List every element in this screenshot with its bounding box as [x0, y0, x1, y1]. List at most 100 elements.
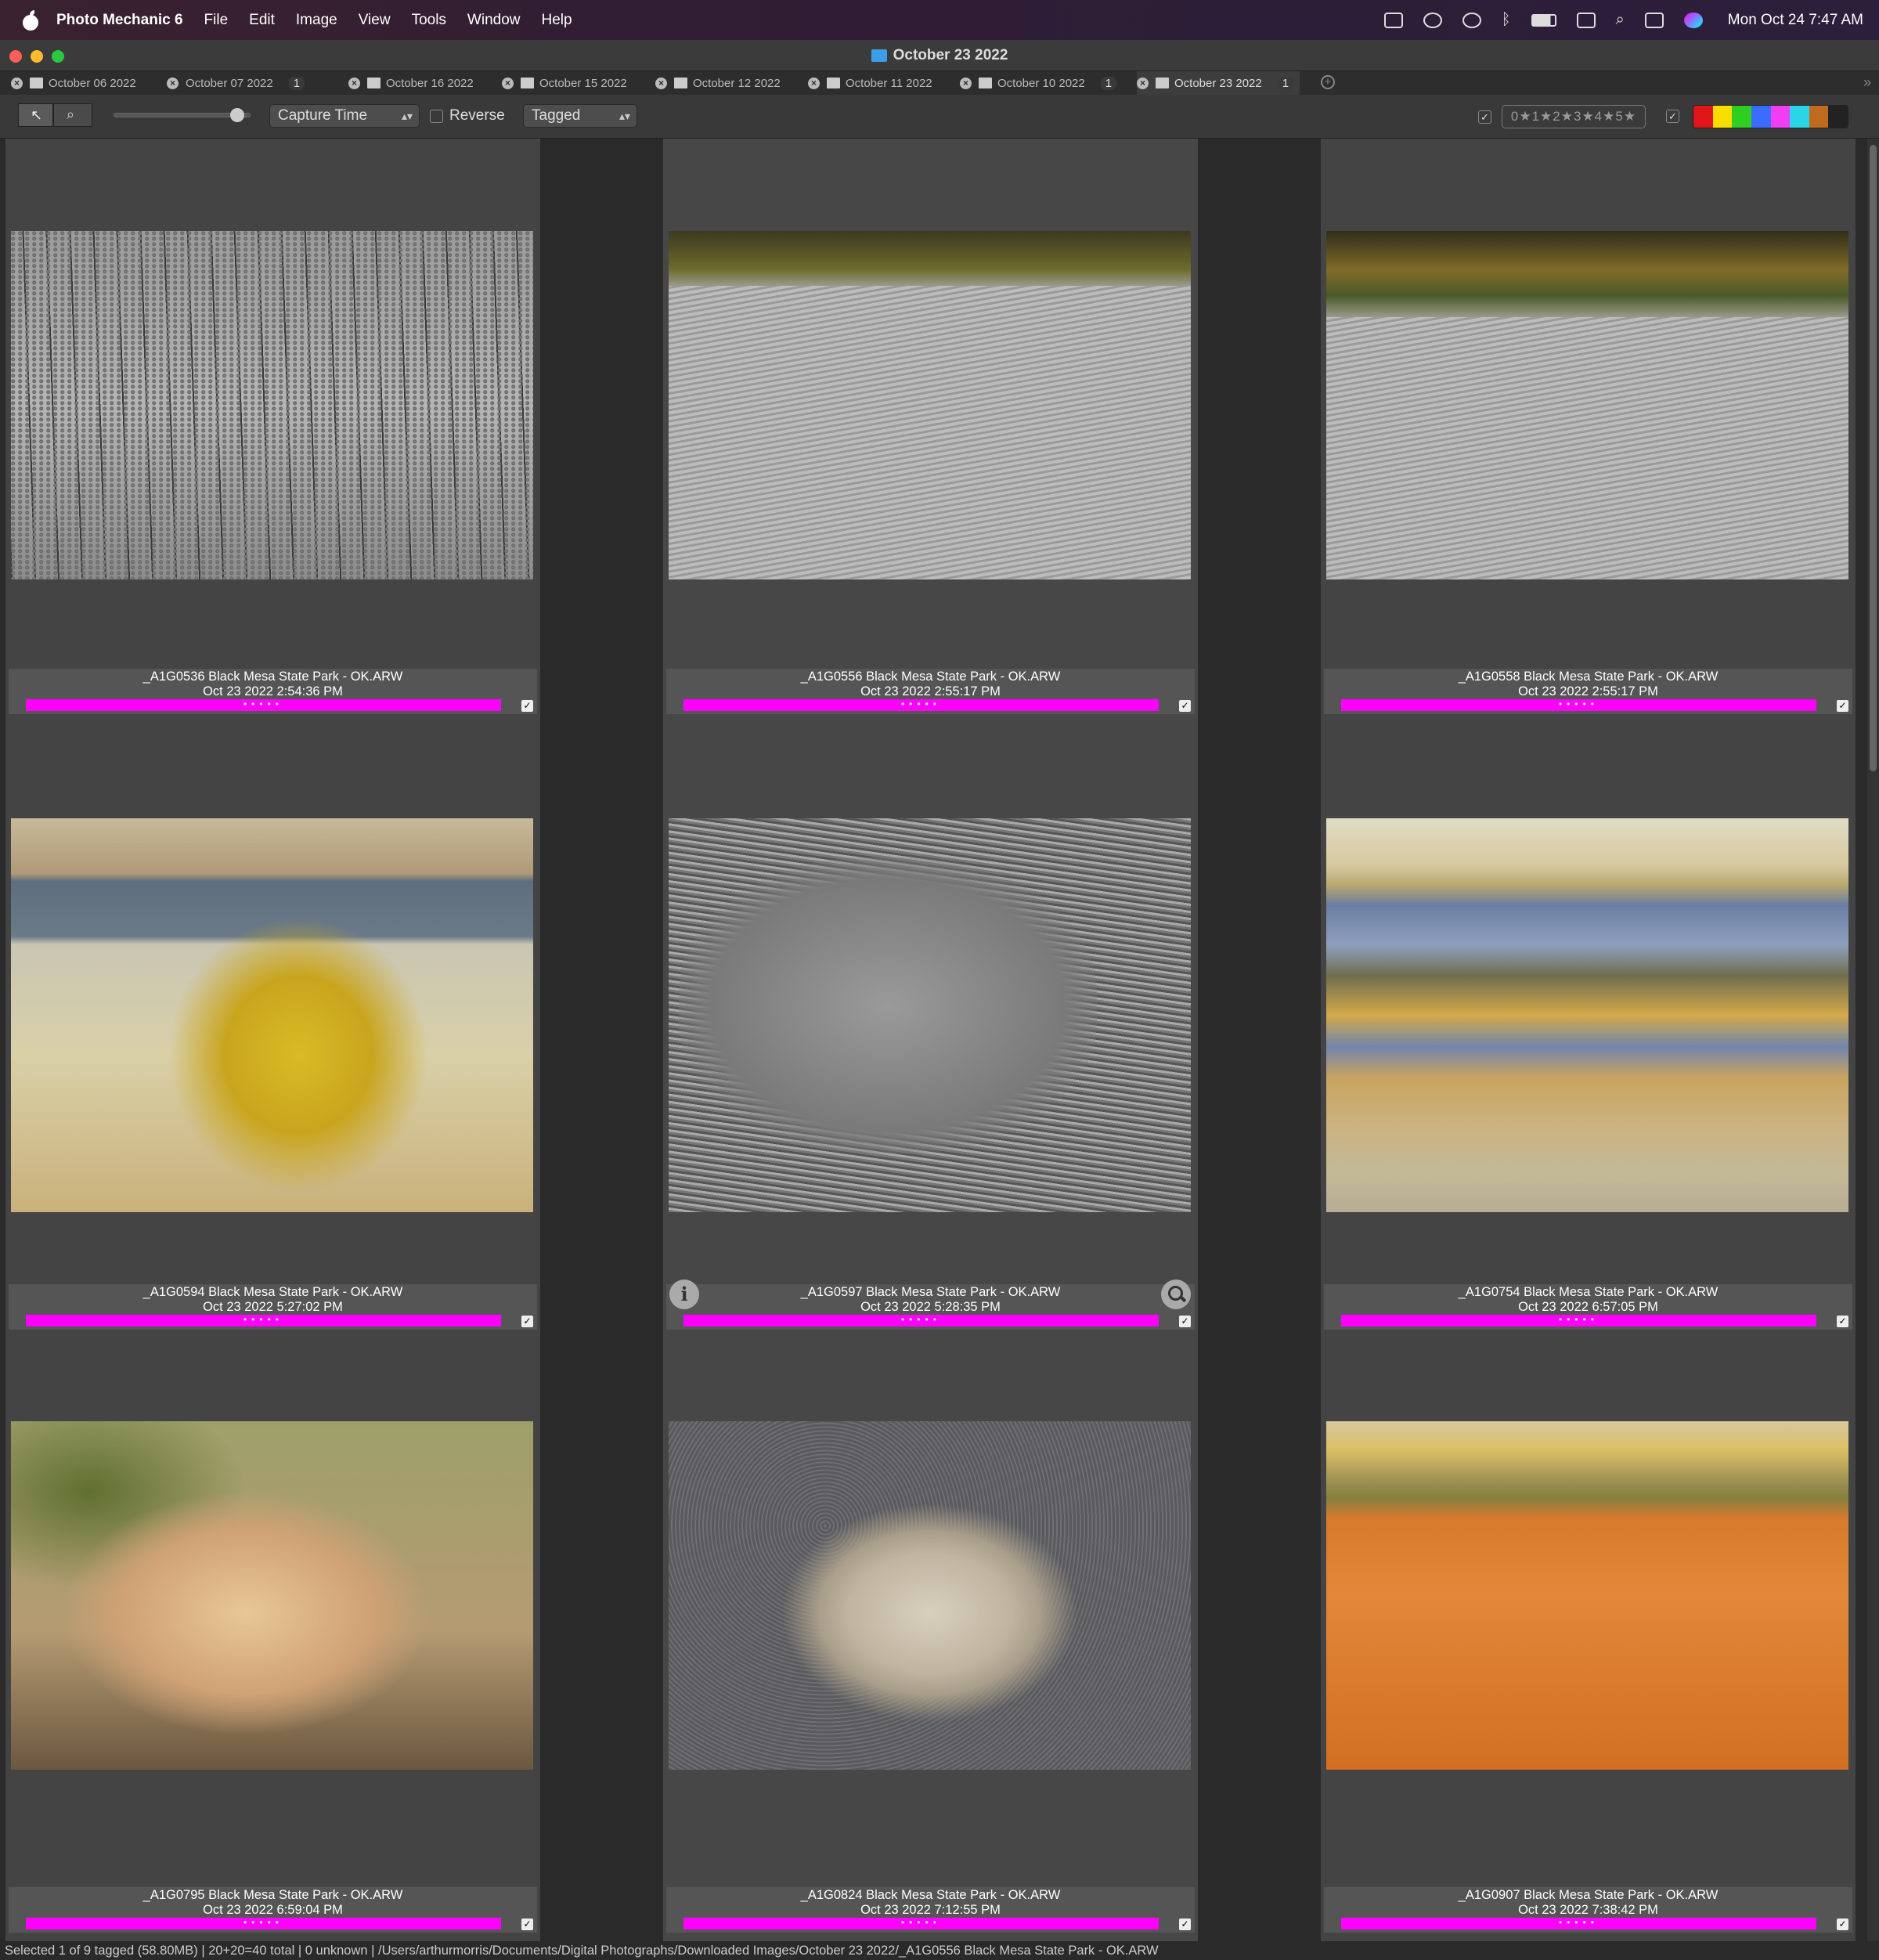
photo-cell[interactable]: _A1G0556 Black Mesa State Park - OK.ARW O… [663, 139, 1198, 726]
tagged-checkbox[interactable]: ✓ [1837, 700, 1848, 712]
sort-select[interactable]: Capture Time ▴▾ [269, 104, 420, 128]
menu-help[interactable]: Help [542, 12, 572, 29]
color-class-magenta[interactable] [1770, 106, 1791, 128]
tab-bar: × October 06 2022 × October 07 2022 1 × Octo… [0, 71, 1879, 95]
menu-window[interactable]: Window [467, 12, 521, 29]
photo-cell[interactable]: _A1G0597 Black Mesa State Park - OK.ARW O… [663, 726, 1198, 1330]
tab-october-10[interactable]: × October 10 2022 1 [960, 71, 1117, 95]
close-tab-icon[interactable]: × [11, 77, 23, 89]
photo-caption: _A1G0795 Black Mesa State Park - OK.ARW O… [9, 1887, 537, 1933]
tagged-checkbox[interactable]: ✓ [521, 1918, 533, 1930]
vertical-scrollbar[interactable] [1867, 139, 1879, 1941]
siri-icon[interactable] [1683, 12, 1703, 28]
zoom-icon[interactable] [1161, 1280, 1191, 1309]
photo-cell[interactable]: _A1G0754 Black Mesa State Park - OK.ARW O… [1321, 726, 1856, 1330]
close-tab-icon[interactable]: × [655, 77, 667, 89]
screen-mirror-icon[interactable] [1576, 12, 1596, 28]
rating-dots[interactable]: ••••• [26, 697, 501, 712]
photo-cell[interactable]: _A1G0795 Black Mesa State Park - OK.ARW O… [5, 1329, 540, 1941]
tab-october-07[interactable]: × October 07 2022 1 [167, 71, 305, 95]
photo-caption: _A1G0754 Black Mesa State Park - OK.ARW O… [1324, 1284, 1852, 1330]
thumbnail-size-slider[interactable] [114, 108, 251, 122]
tab-october-12[interactable]: × October 12 2022 [655, 71, 781, 95]
rating-dots[interactable]: ••••• [683, 1915, 1159, 1930]
photo-thumbnail[interactable] [1326, 818, 1848, 1212]
tagged-checkbox[interactable]: ✓ [1837, 1918, 1848, 1930]
photo-thumbnail[interactable] [11, 1421, 533, 1770]
menu-view[interactable]: View [359, 12, 391, 29]
color-filter-checkbox[interactable]: ✓ [1666, 110, 1679, 123]
tab-october-16[interactable]: × October 16 2022 [348, 71, 474, 95]
zoom-tool-icon[interactable]: ⌕ [53, 103, 92, 127]
reverse-checkbox[interactable] [430, 110, 443, 123]
tagged-checkbox[interactable]: ✓ [1179, 1918, 1191, 1930]
photo-cell[interactable]: _A1G0907 Black Mesa State Park - OK.ARW O… [1321, 1329, 1856, 1941]
photo-thumbnail[interactable] [669, 1421, 1191, 1770]
menu-edit[interactable]: Edit [249, 12, 275, 29]
rating-dots[interactable]: ••••• [26, 1312, 501, 1327]
color-class-red[interactable] [1693, 106, 1713, 128]
color-class-green[interactable] [1732, 106, 1751, 128]
photo-thumbnail[interactable] [1326, 231, 1848, 579]
photo-thumbnail[interactable] [1326, 1421, 1848, 1770]
rating-dots[interactable]: ••••• [683, 697, 1159, 712]
tab-october-06[interactable]: × October 06 2022 [11, 71, 136, 95]
close-tab-icon[interactable]: × [1137, 77, 1149, 89]
tagged-checkbox[interactable]: ✓ [521, 700, 533, 712]
close-tab-icon[interactable]: × [502, 77, 514, 89]
slider-knob[interactable] [230, 108, 244, 122]
photo-cell[interactable]: _A1G0824 Black Mesa State Park - OK.ARW O… [663, 1329, 1198, 1941]
photo-thumbnail[interactable] [669, 818, 1191, 1212]
tab-october-15[interactable]: × October 15 2022 [502, 71, 627, 95]
close-tab-icon[interactable]: × [808, 77, 820, 89]
app-menu[interactable]: Photo Mechanic 6 [56, 12, 183, 29]
close-tab-icon[interactable]: × [348, 77, 360, 89]
photo-cell[interactable]: _A1G0536 Black Mesa State Park - OK.ARW O… [5, 139, 540, 726]
color-class-yellow[interactable] [1712, 106, 1733, 128]
color-class-cyan[interactable] [1790, 106, 1809, 128]
search-icon[interactable]: ⌕ [1616, 11, 1625, 29]
close-tab-icon[interactable]: × [960, 77, 972, 89]
photo-thumbnail[interactable] [11, 231, 533, 579]
photo-cell[interactable]: _A1G0558 Black Mesa State Park - OK.ARW O… [1321, 139, 1856, 726]
arrow-tool-icon[interactable]: ↖ [18, 103, 53, 127]
tab-october-23[interactable]: × October 23 2022 1 [1137, 71, 1300, 95]
color-class-blue[interactable] [1751, 106, 1771, 128]
rating-dots[interactable]: ••••• [1341, 697, 1816, 712]
star-rating-filter[interactable]: 0★1★2★3★4★5★ [1502, 105, 1646, 128]
bluetooth-icon[interactable]: ᛒ [1502, 11, 1511, 29]
rating-dots[interactable]: ••••• [26, 1915, 501, 1930]
tab-overflow-icon[interactable]: » [1863, 74, 1871, 91]
color-class-filter[interactable] [1693, 105, 1848, 128]
clock[interactable]: Mon Oct 24 7:47 AM [1728, 12, 1863, 29]
rating-dots[interactable]: ••••• [1341, 1312, 1816, 1327]
tagged-checkbox[interactable]: ✓ [521, 1316, 533, 1327]
control-center-icon[interactable] [1644, 12, 1664, 28]
photo-thumbnail[interactable] [11, 818, 533, 1212]
photo-cell[interactable]: _A1G0594 Black Mesa State Park - OK.ARW O… [5, 726, 540, 1330]
color-class-none[interactable] [1828, 106, 1848, 128]
scrollbar-thumb[interactable] [1870, 145, 1877, 771]
battery-icon[interactable] [1531, 13, 1556, 27]
filmstrip-icon[interactable] [1383, 12, 1403, 28]
rating-dots[interactable]: ••••• [683, 1312, 1159, 1327]
close-tab-icon[interactable]: × [167, 77, 179, 89]
tagged-checkbox[interactable]: ✓ [1837, 1316, 1848, 1327]
filter-select[interactable]: Tagged ▴▾ [523, 104, 637, 128]
menu-image[interactable]: Image [296, 12, 337, 29]
tagged-checkbox[interactable]: ✓ [1179, 700, 1191, 712]
folder-icon [30, 78, 43, 88]
add-tab-icon[interactable]: + [1321, 75, 1335, 89]
tab-october-11[interactable]: × October 11 2022 [808, 71, 932, 95]
time-machine-icon[interactable] [1462, 12, 1481, 28]
tagged-checkbox[interactable]: ✓ [1179, 1316, 1191, 1327]
apple-icon[interactable] [20, 9, 41, 31]
star-filter-checkbox[interactable]: ✓ [1478, 110, 1491, 124]
creative-cloud-icon[interactable] [1423, 12, 1442, 28]
info-icon[interactable]: i [669, 1280, 699, 1309]
photo-thumbnail[interactable] [669, 231, 1191, 579]
rating-dots[interactable]: ••••• [1341, 1915, 1816, 1930]
menu-file[interactable]: File [204, 12, 229, 29]
menu-tools[interactable]: Tools [412, 12, 446, 29]
color-class-orange[interactable] [1809, 106, 1829, 128]
